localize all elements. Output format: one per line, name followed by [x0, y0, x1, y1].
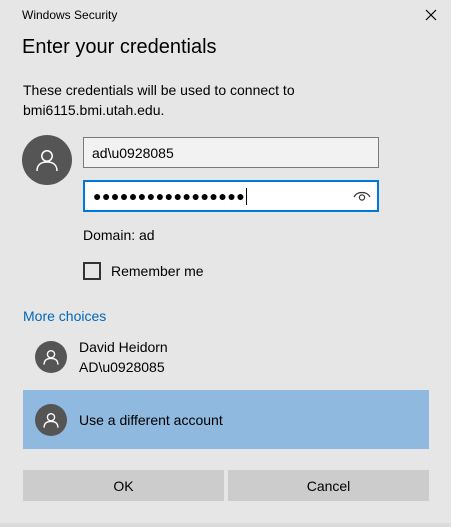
- window-title: Windows Security: [22, 8, 118, 22]
- dialog-description: These credentials will be used to connec…: [23, 80, 343, 120]
- description-line-2: bmi6115.bmi.utah.edu.: [23, 102, 165, 118]
- user-avatar-icon: [43, 412, 59, 428]
- account-option-different[interactable]: Use a different account: [23, 390, 429, 449]
- text-caret: [246, 187, 248, 205]
- window-bottom-edge: [0, 523, 451, 527]
- user-avatar-icon: [36, 150, 58, 172]
- password-mask: ●●●●●●●●●●●●●●●●●: [93, 188, 246, 204]
- ok-button[interactable]: OK: [23, 470, 224, 501]
- username-value: ad\u0928085: [92, 144, 174, 161]
- account-name: David Heidorn: [79, 339, 168, 355]
- close-icon: [425, 9, 437, 21]
- more-choices-link[interactable]: More choices: [23, 308, 106, 324]
- close-button[interactable]: [421, 5, 441, 25]
- user-avatar-large: [22, 135, 72, 185]
- remember-me-label[interactable]: Remember me: [111, 263, 204, 279]
- account-user: AD\u0928085: [79, 359, 165, 375]
- account-option-david-heidorn[interactable]: David Heidorn AD\u0928085: [23, 334, 429, 380]
- account-name: Use a different account: [79, 411, 223, 428]
- account-avatar: [35, 403, 67, 436]
- account-avatar: [35, 341, 67, 373]
- remember-me-checkbox[interactable]: [83, 262, 101, 280]
- cancel-button[interactable]: Cancel: [228, 470, 429, 501]
- domain-label: Domain: ad: [83, 227, 155, 243]
- description-line-1: These credentials will be used to connec…: [23, 82, 295, 98]
- eye-icon[interactable]: [353, 189, 371, 203]
- password-field[interactable]: ●●●●●●●●●●●●●●●●●: [83, 180, 379, 212]
- dialog-heading: Enter your credentials: [22, 36, 217, 58]
- user-avatar-icon: [43, 349, 59, 365]
- account-text: David Heidorn AD\u0928085: [79, 337, 168, 377]
- username-field[interactable]: ad\u0928085: [83, 137, 379, 168]
